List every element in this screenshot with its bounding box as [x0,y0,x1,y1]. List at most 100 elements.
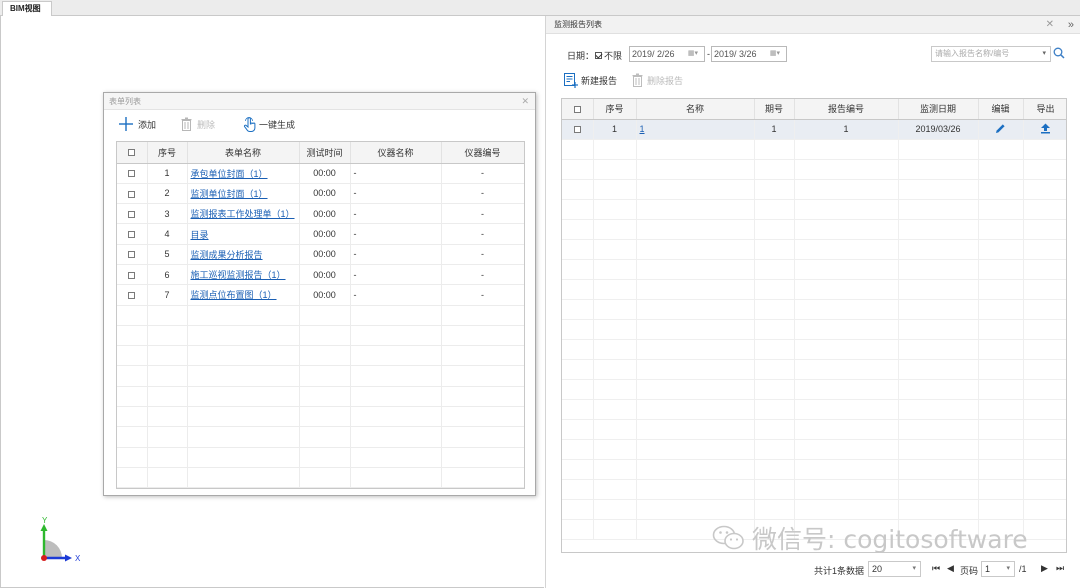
first-page-icon[interactable]: ⏮ [932,563,940,574]
start-date-value: 2019/ 2/26 [632,49,675,59]
report-search-input[interactable]: 请输入报告名称/编号 ▾ [931,46,1051,62]
row-checkbox[interactable] [573,126,581,134]
start-date-picker[interactable]: 2019/ 2/26 ▦▾ [629,46,705,62]
table-row[interactable]: 5 监测成果分析报告 00:00 - - [117,244,524,265]
table-row[interactable]: 1 承包单位封面（1） 00:00 - - [117,163,524,184]
col-header-name[interactable]: 名称 [636,99,755,120]
row-no: 3 [164,208,170,219]
calendar-dropdown-icon[interactable]: ▦▾ [766,49,784,59]
table-row[interactable] [117,406,524,428]
table-row[interactable] [117,426,524,448]
upload-icon[interactable] [1040,123,1051,134]
dialog-close-icon[interactable]: ✕ [521,93,529,110]
row-checkbox[interactable] [128,271,136,279]
table-row[interactable] [562,419,1066,440]
table-row[interactable] [562,459,1066,480]
table-row[interactable] [562,139,1066,160]
table-row[interactable]: 1 1 1 1 2019/03/26 [562,119,1066,140]
row-checkbox[interactable] [128,190,136,198]
row-checkbox[interactable] [128,292,136,300]
table-row[interactable] [562,359,1066,380]
table-row[interactable] [117,345,524,367]
chevron-down-icon[interactable]: ▾ [1006,562,1010,576]
row-checkbox[interactable] [128,231,136,239]
col-header-report-no[interactable]: 报告编号 [794,99,899,120]
table-row[interactable] [562,399,1066,420]
table-row[interactable] [562,259,1066,280]
col-header-no[interactable]: 序号 [147,142,188,164]
form-name-link[interactable]: 目录 [191,230,209,240]
last-page-icon[interactable]: ⏭ [1056,563,1064,574]
table-row[interactable] [562,159,1066,180]
table-row[interactable] [562,319,1066,340]
col-header-monitor-date[interactable]: 监测日期 [898,99,979,120]
table-row[interactable] [562,439,1066,460]
col-header-edit[interactable]: 编辑 [978,99,1024,120]
tab-bim-view[interactable]: BIM视图 [2,1,52,16]
table-row[interactable]: 6 施工巡视监测报告（1） 00:00 - - [117,264,524,286]
table-row[interactable] [562,499,1066,520]
col-header-no[interactable]: 序号 [593,99,637,120]
row-checkbox[interactable] [128,170,136,178]
chevron-down-icon[interactable]: ▾ [1042,47,1046,61]
select-all-checkbox[interactable] [117,142,148,164]
table-row[interactable] [562,239,1066,260]
new-report-button[interactable]: 新建报告 [563,72,617,88]
col-header-instrument-name[interactable]: 仪器名称 [350,142,442,164]
col-header-export[interactable]: 导出 [1023,99,1066,120]
search-icon[interactable] [1053,47,1065,59]
form-name-link[interactable]: 施工巡视监测报告（1） [191,270,286,280]
page-number-select[interactable]: 1 ▾ [981,561,1015,577]
table-row[interactable]: 7 监测点位布置图（1） 00:00 - - [117,284,524,306]
table-row[interactable] [562,339,1066,360]
form-name-link[interactable]: 监测单位封面（1） [191,189,268,199]
form-name-link[interactable]: 监测报表工作处理单（1） [191,209,295,219]
table-row[interactable]: 2 监测单位封面（1） 00:00 - - [117,183,524,205]
delete-button[interactable]: 删除 [181,116,215,132]
add-button[interactable]: 添加 [119,116,156,132]
table-row[interactable] [562,279,1066,300]
report-name-link[interactable]: 1 [640,124,645,134]
col-header-instrument-code[interactable]: 仪器编号 [441,142,524,164]
chevron-down-icon[interactable]: ▾ [912,562,916,576]
dialog-titlebar[interactable]: 表单列表 ✕ [104,93,535,110]
panel-expand-icon[interactable]: » [1068,16,1074,34]
select-all-checkbox[interactable] [562,99,594,120]
end-date-picker[interactable]: 2019/ 3/26 ▦▾ [711,46,787,62]
prev-page-icon[interactable]: ◀ [947,563,954,574]
form-name-link[interactable]: 监测成果分析报告 [191,250,263,260]
table-row[interactable] [562,179,1066,200]
table-row[interactable] [562,219,1066,240]
panel-close-icon[interactable]: ✕ [1046,16,1054,34]
table-row[interactable] [562,479,1066,500]
delete-report-button[interactable]: 删除报告 [632,72,683,88]
table-row[interactable] [117,467,524,488]
page-size-select[interactable]: 20 ▾ [868,561,921,577]
table-row[interactable] [562,379,1066,400]
table-row[interactable] [117,386,524,408]
col-header-test-time[interactable]: 测试时间 [299,142,351,164]
table-row[interactable] [562,199,1066,220]
table-row[interactable]: 3 监测报表工作处理单（1） 00:00 - - [117,203,524,225]
form-list-dialog[interactable]: 表单列表 ✕ 添加 删除 一键生成 序号 表单名称 测试时间 仪器名称 仪器编号… [103,92,536,496]
table-row[interactable]: 4 目录 00:00 - - [117,223,524,245]
form-name-link[interactable]: 承包单位封面（1） [191,169,268,179]
row-checkbox[interactable] [128,210,136,218]
table-row[interactable] [562,299,1066,320]
table-row[interactable] [117,447,524,468]
pencil-icon[interactable] [995,123,1006,134]
table-row[interactable] [117,305,524,326]
table-cell [1023,439,1066,460]
form-name-link[interactable]: 监测点位布置图（1） [191,290,277,300]
table-row[interactable] [117,365,524,387]
next-page-icon[interactable]: ▶ [1041,563,1048,574]
table-cell [187,365,300,387]
unlimited-checkbox[interactable]: 不限 [595,49,622,62]
col-header-form-name[interactable]: 表单名称 [187,142,300,164]
row-checkbox[interactable] [128,251,136,259]
calendar-dropdown-icon[interactable]: ▦▾ [684,49,702,59]
col-header-period[interactable]: 期号 [754,99,795,120]
table-row[interactable] [117,325,524,347]
generate-button[interactable]: 一键生成 [243,116,295,132]
unlimited-checkbox-box[interactable] [595,52,602,59]
